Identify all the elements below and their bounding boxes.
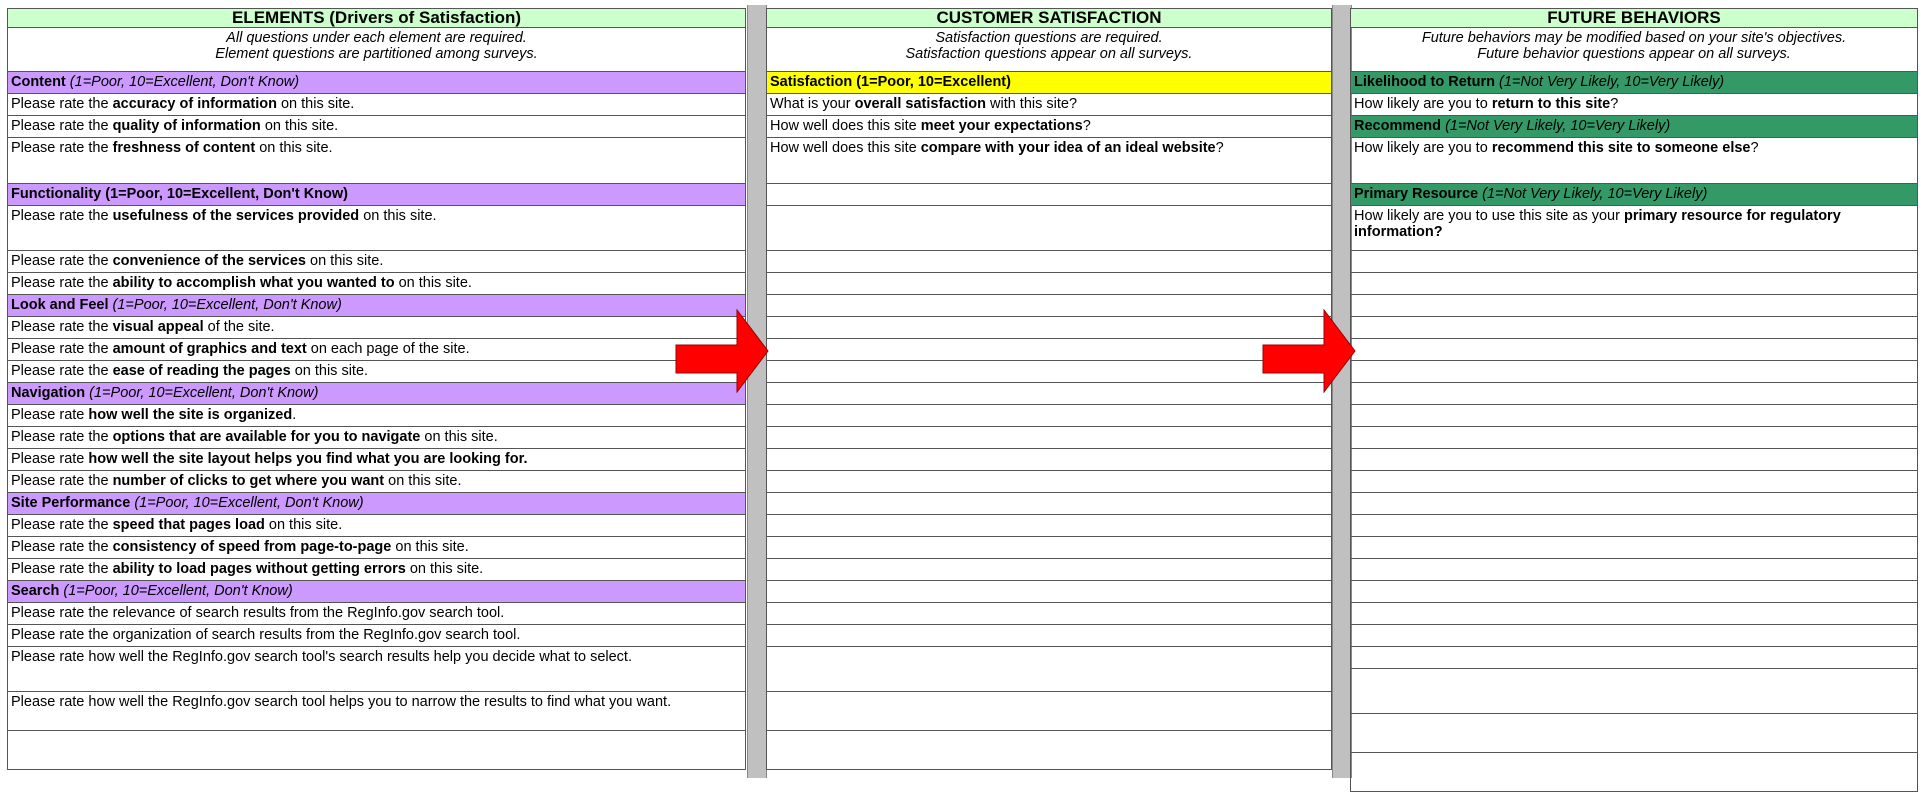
empty-row xyxy=(766,691,1332,731)
empty-row xyxy=(1350,294,1918,317)
section-recommend: Recommend (1=Not Very Likely, 10=Very Li… xyxy=(1350,115,1918,138)
empty-row xyxy=(766,360,1332,383)
question: Please rate the organization of search r… xyxy=(7,624,746,647)
right-arrow-icon xyxy=(1262,309,1356,393)
empty-row xyxy=(766,338,1332,361)
question: Please rate how well the site is organiz… xyxy=(7,404,746,427)
empty-row xyxy=(1350,580,1918,603)
question: Please rate the number of clicks to get … xyxy=(7,470,746,493)
question: Please rate the ability to load pages wi… xyxy=(7,558,746,581)
question: Please rate the relevance of search resu… xyxy=(7,602,746,625)
question: How well does this site meet your expect… xyxy=(766,115,1332,138)
empty-row xyxy=(1350,404,1918,427)
empty-row xyxy=(766,382,1332,405)
empty-row xyxy=(766,624,1332,647)
question: How well does this site compare with you… xyxy=(766,137,1332,184)
question: Please rate the convenience of the servi… xyxy=(7,250,746,273)
empty-row xyxy=(1350,272,1918,295)
empty-row xyxy=(766,646,1332,692)
empty-row xyxy=(1350,470,1918,493)
satisfaction-note: Satisfaction questions are required. Sat… xyxy=(766,27,1332,72)
empty-row xyxy=(1350,250,1918,273)
empty-row xyxy=(766,492,1332,515)
question: Please rate the visual appeal of the sit… xyxy=(7,316,746,339)
question: Please rate how well the RegInfo.gov sea… xyxy=(7,646,746,692)
empty-row xyxy=(1350,646,1918,669)
empty-row xyxy=(1350,360,1918,383)
future-behaviors-column: FUTURE BEHAVIORS Future behaviors may be… xyxy=(1350,8,1918,792)
question: Please rate the accuracy of information … xyxy=(7,93,746,116)
empty-row xyxy=(766,294,1332,317)
section-functionality: Functionality (1=Poor, 10=Excellent, Don… xyxy=(7,183,746,206)
question: How likely are you to use this site as y… xyxy=(1350,205,1918,251)
empty-row xyxy=(1350,602,1918,625)
question: Please rate the ease of reading the page… xyxy=(7,360,746,383)
question: Please rate the options that are availab… xyxy=(7,426,746,449)
section-satisfaction: Satisfaction (1=Poor, 10=Excellent) xyxy=(766,71,1332,94)
empty-row xyxy=(766,514,1332,537)
empty-row xyxy=(766,183,1332,206)
elements-column: ELEMENTS (Drivers of Satisfaction) All q… xyxy=(7,8,746,770)
question: How likely are you to return to this sit… xyxy=(1350,93,1918,116)
empty-row xyxy=(766,558,1332,581)
empty-row xyxy=(1350,316,1918,339)
question: Please rate the quality of information o… xyxy=(7,115,746,138)
empty-row xyxy=(766,404,1332,427)
question: Please rate the amount of graphics and t… xyxy=(7,338,746,361)
question: What is your overall satisfaction with t… xyxy=(766,93,1332,116)
section-content: Content (1=Poor, 10=Excellent, Don't Kno… xyxy=(7,71,746,94)
right-arrow-icon xyxy=(675,309,769,393)
empty-row xyxy=(1350,536,1918,559)
empty-row xyxy=(766,730,1332,770)
empty-row xyxy=(1350,382,1918,405)
question: Please rate the usefulness of the servic… xyxy=(7,205,746,251)
question: Please rate the consistency of speed fro… xyxy=(7,536,746,559)
empty-row xyxy=(1350,713,1918,753)
empty-row xyxy=(766,602,1332,625)
empty-row xyxy=(766,426,1332,449)
empty-row xyxy=(766,580,1332,603)
section-navigation: Navigation (1=Poor, 10=Excellent, Don't … xyxy=(7,382,746,405)
empty-row xyxy=(1350,624,1918,647)
empty-row xyxy=(1350,752,1918,792)
future-behaviors-note: Future behaviors may be modified based o… xyxy=(1350,27,1918,72)
question: Please rate the ability to accomplish wh… xyxy=(7,272,746,295)
empty-row xyxy=(1350,668,1918,714)
satisfaction-header: CUSTOMER SATISFACTION xyxy=(766,8,1332,28)
empty-row xyxy=(1350,448,1918,471)
question: Please rate how well the RegInfo.gov sea… xyxy=(7,691,746,731)
empty-row xyxy=(766,250,1332,273)
satisfaction-column: CUSTOMER SATISFACTION Satisfaction quest… xyxy=(766,8,1332,770)
section-site-performance: Site Performance (1=Poor, 10=Excellent, … xyxy=(7,492,746,515)
question: Please rate the freshness of content on … xyxy=(7,137,746,184)
empty-row xyxy=(766,536,1332,559)
elements-header: ELEMENTS (Drivers of Satisfaction) xyxy=(7,8,746,28)
section-primary-resource: Primary Resource (1=Not Very Likely, 10=… xyxy=(1350,183,1918,206)
empty-row xyxy=(766,205,1332,251)
empty-row xyxy=(766,272,1332,295)
empty-row xyxy=(1350,426,1918,449)
empty-row xyxy=(1350,558,1918,581)
empty-row xyxy=(1350,492,1918,515)
empty-row xyxy=(1350,514,1918,537)
question: How likely are you to recommend this sit… xyxy=(1350,137,1918,184)
empty-row xyxy=(766,316,1332,339)
section-search: Search (1=Poor, 10=Excellent, Don't Know… xyxy=(7,580,746,603)
empty-row xyxy=(766,448,1332,471)
section-look-and-feel: Look and Feel (1=Poor, 10=Excellent, Don… xyxy=(7,294,746,317)
empty-row xyxy=(766,470,1332,493)
question: Please rate how well the site layout hel… xyxy=(7,448,746,471)
empty-row xyxy=(1350,338,1918,361)
survey-model-sheet: ELEMENTS (Drivers of Satisfaction) All q… xyxy=(0,0,1925,792)
empty-row xyxy=(7,730,746,770)
section-likelihood-to-return: Likelihood to Return (1=Not Very Likely,… xyxy=(1350,71,1918,94)
future-behaviors-header: FUTURE BEHAVIORS xyxy=(1350,8,1918,28)
question: Please rate the speed that pages load on… xyxy=(7,514,746,537)
elements-note: All questions under each element are req… xyxy=(7,27,746,72)
